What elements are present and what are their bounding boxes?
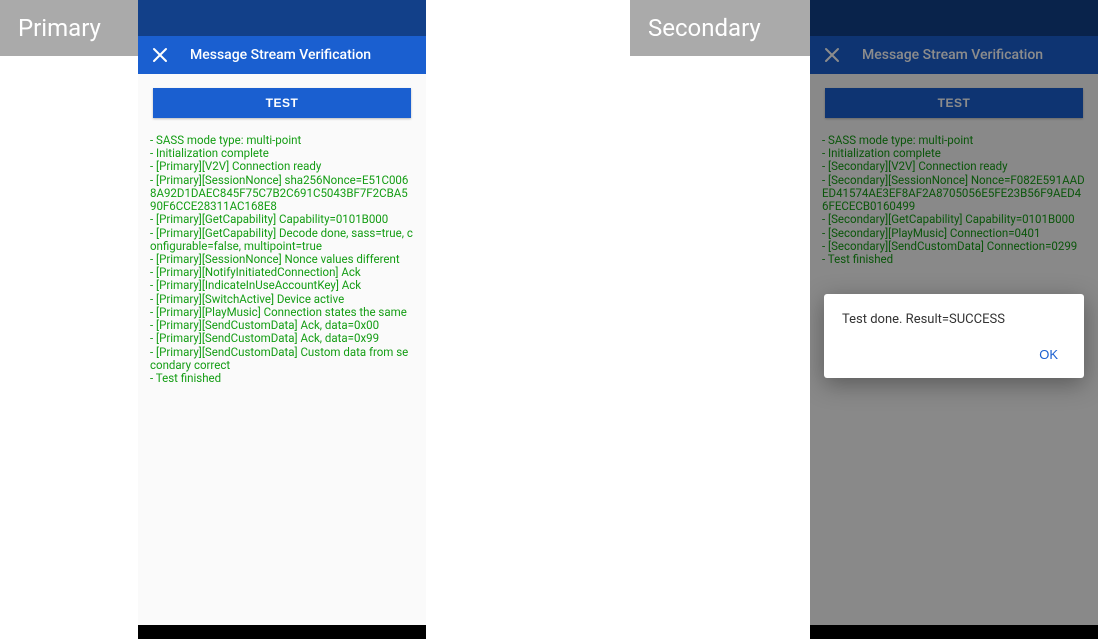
phone-primary: Message Stream Verification TEST - SASS …: [138, 0, 426, 639]
log-line: - [Primary][GetCapability] Decode done, …: [150, 227, 414, 253]
tag-primary: Primary: [0, 0, 138, 56]
dialog-message: Test done. Result=SUCCESS: [842, 312, 1066, 327]
log-line: - [Primary][SendCustomData] Ack, data=0x…: [150, 332, 414, 345]
nav-bar: [138, 625, 426, 639]
log-line: - [Primary][GetCapability] Capability=01…: [150, 213, 414, 226]
log-primary: - SASS mode type: multi-point - Initiali…: [148, 134, 416, 385]
log-line: - [Primary][IndicateInUseAccountKey] Ack: [150, 279, 414, 292]
app-bar-title: Message Stream Verification: [190, 47, 371, 63]
status-bar: [138, 0, 426, 36]
log-line: - [Primary][SessionNonce] sha256Nonce=E5…: [150, 174, 414, 214]
log-line: - [Primary][SwitchActive] Device active: [150, 293, 414, 306]
tag-secondary: Secondary: [630, 0, 810, 56]
close-icon[interactable]: [152, 47, 168, 63]
result-dialog: Test done. Result=SUCCESS OK: [824, 294, 1084, 378]
test-button[interactable]: TEST: [153, 88, 411, 118]
log-line: - [Primary][SendCustomData] Custom data …: [150, 346, 414, 372]
log-line: - [Primary][V2V] Connection ready: [150, 160, 414, 173]
content-area: TEST - SASS mode type: multi-point - Ini…: [138, 74, 426, 395]
app-bar: Message Stream Verification: [138, 36, 426, 74]
dialog-ok-button[interactable]: OK: [1031, 341, 1066, 368]
dialog-actions: OK: [842, 341, 1066, 368]
log-line: - Test finished: [150, 372, 414, 385]
phone-secondary: Message Stream Verification TEST - SASS …: [810, 0, 1098, 639]
